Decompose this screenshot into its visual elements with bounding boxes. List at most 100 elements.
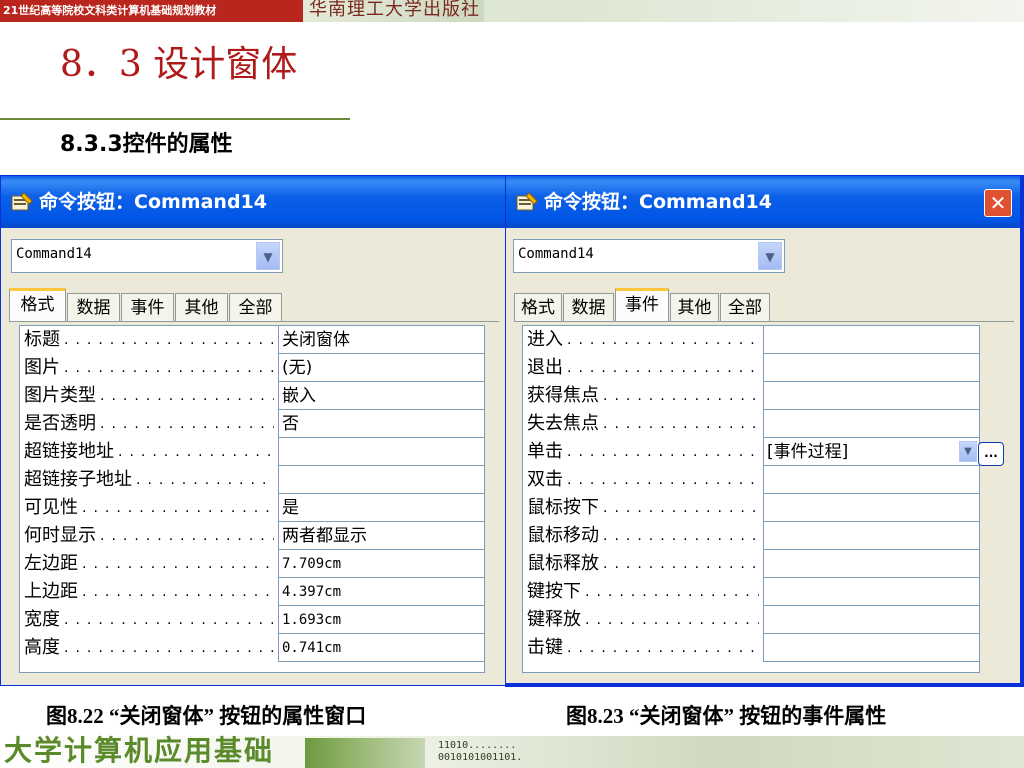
property-row[interactable]: 何时显示....................................…: [20, 522, 484, 550]
property-value-field[interactable]: [763, 634, 979, 662]
property-value-field[interactable]: 1.693cm: [278, 606, 484, 634]
property-row[interactable]: 标题......................................…: [20, 326, 484, 354]
object-selector-combo[interactable]: Command14 ▼: [11, 239, 283, 273]
property-label: 退出: [527, 357, 563, 378]
tab-other[interactable]: 其他: [175, 293, 228, 321]
property-value-field[interactable]: [763, 410, 979, 438]
series-label: 21世纪高等院校文科类计算机基础规划教材: [0, 0, 303, 22]
property-value-field[interactable]: 0.741cm: [278, 634, 484, 662]
property-value-field[interactable]: [278, 466, 484, 494]
property-value-field[interactable]: [763, 354, 979, 382]
title-bar[interactable]: 命令按钮：Command14 ✕: [506, 176, 1020, 228]
event-row[interactable]: 键释放.....................................…: [523, 606, 979, 634]
property-label: 图片类型: [24, 385, 96, 406]
property-label: 可见性: [24, 497, 78, 518]
property-row[interactable]: 图片类型....................................…: [20, 382, 484, 410]
leader-dots: ........................................: [567, 360, 759, 376]
property-label: 超链接子地址: [24, 469, 132, 490]
ellipsis-icon[interactable]: ...: [978, 442, 1004, 466]
leader-dots: ........................................: [585, 584, 759, 600]
section-title: 8．3 设计窗体: [60, 44, 298, 85]
event-row[interactable]: 键按下.....................................…: [523, 578, 979, 606]
property-label: 是否透明: [24, 413, 96, 434]
title-divider: [0, 118, 350, 120]
property-value: 否: [282, 414, 299, 434]
leader-dots: ........................................: [64, 360, 274, 376]
property-label: 鼠标移动: [527, 525, 599, 546]
event-row[interactable]: 退出......................................…: [523, 354, 979, 382]
property-value-field[interactable]: 是: [278, 494, 484, 522]
property-row[interactable]: 宽度......................................…: [20, 606, 484, 634]
tab-format[interactable]: 格式: [514, 293, 562, 321]
property-value: 两者都显示: [282, 526, 367, 546]
tab-all[interactable]: 全部: [229, 293, 282, 321]
event-row[interactable]: 失去焦点....................................…: [523, 410, 979, 438]
event-row[interactable]: 获得焦点....................................…: [523, 382, 979, 410]
tab-data[interactable]: 数据: [563, 293, 614, 321]
event-row[interactable]: 击键......................................…: [523, 634, 979, 662]
tab-event[interactable]: 事件: [121, 293, 174, 321]
property-value-field[interactable]: 两者都显示: [278, 522, 484, 550]
leader-dots: ........................................: [82, 500, 274, 516]
tab-panel-border: [514, 321, 1014, 322]
properties-sheet-icon: [11, 192, 33, 211]
leader-dots: ........................................: [64, 640, 274, 656]
property-value-field[interactable]: 7.709cm: [278, 550, 484, 578]
property-value-field[interactable]: [763, 550, 979, 578]
property-row[interactable]: 上边距.....................................…: [20, 578, 484, 606]
property-label: 鼠标按下: [527, 497, 599, 518]
event-row[interactable]: 双击......................................…: [523, 466, 979, 494]
tab-data[interactable]: 数据: [67, 293, 120, 321]
property-label: 击键: [527, 637, 563, 658]
tab-event[interactable]: 事件: [615, 288, 669, 321]
property-row[interactable]: 左边距.....................................…: [20, 550, 484, 578]
leader-dots: ........................................: [603, 388, 759, 404]
event-row[interactable]: 鼠标移动....................................…: [523, 522, 979, 550]
title-bar[interactable]: 命令按钮：Command14: [1, 176, 505, 228]
event-row[interactable]: 进入......................................…: [523, 326, 979, 354]
property-value-field[interactable]: 关闭窗体: [278, 326, 484, 354]
leader-dots: ........................................: [567, 332, 759, 348]
property-grid: 标题......................................…: [19, 325, 485, 673]
chevron-down-icon[interactable]: ▼: [758, 242, 782, 270]
property-row[interactable]: 高度......................................…: [20, 634, 484, 662]
property-value-field[interactable]: 嵌入: [278, 382, 484, 410]
property-value-field[interactable]: 4.397cm: [278, 578, 484, 606]
property-value-field[interactable]: [763, 522, 979, 550]
chevron-down-icon[interactable]: ▼: [959, 441, 977, 462]
object-selector-combo[interactable]: Command14 ▼: [513, 239, 785, 273]
property-row[interactable]: 超链接地址...................................…: [20, 438, 484, 466]
property-value-field[interactable]: [763, 382, 979, 410]
footer-decoration: [305, 738, 425, 768]
property-value-field[interactable]: (无): [278, 354, 484, 382]
property-value: [事件过程]: [767, 442, 849, 462]
property-value: 是: [282, 498, 299, 518]
event-row[interactable]: 鼠标释放....................................…: [523, 550, 979, 578]
property-value-field[interactable]: [763, 578, 979, 606]
property-value-field[interactable]: 否: [278, 410, 484, 438]
tab-format[interactable]: 格式: [9, 288, 66, 321]
leader-dots: ........................................: [100, 528, 274, 544]
property-value-field[interactable]: [278, 438, 484, 466]
leader-dots: ........................................: [603, 556, 759, 572]
event-row[interactable]: 单击......................................…: [523, 438, 979, 466]
property-row[interactable]: 超链接子地址..................................…: [20, 466, 484, 494]
property-value: 1.693cm: [282, 612, 342, 628]
chevron-down-icon[interactable]: ▼: [256, 242, 280, 270]
property-value-field[interactable]: [763, 326, 979, 354]
tab-all[interactable]: 全部: [720, 293, 770, 321]
tab-other[interactable]: 其他: [670, 293, 719, 321]
property-value-field[interactable]: [763, 494, 979, 522]
property-row[interactable]: 是否透明....................................…: [20, 410, 484, 438]
property-row[interactable]: 可见性.....................................…: [20, 494, 484, 522]
event-row[interactable]: 鼠标按下....................................…: [523, 494, 979, 522]
leader-dots: ........................................: [603, 528, 759, 544]
publisher-label: 华南理工大学出版社: [305, 0, 484, 22]
property-row[interactable]: 图片......................................…: [20, 354, 484, 382]
tab-strip: 格式 数据 事件 其他 全部: [9, 288, 309, 321]
binary-line: 0010101001101.: [438, 752, 523, 763]
property-value-field[interactable]: [763, 466, 979, 494]
close-icon[interactable]: ✕: [984, 189, 1012, 217]
property-value-field[interactable]: [事件过程] ▼: [763, 438, 979, 466]
property-value-field[interactable]: [763, 606, 979, 634]
